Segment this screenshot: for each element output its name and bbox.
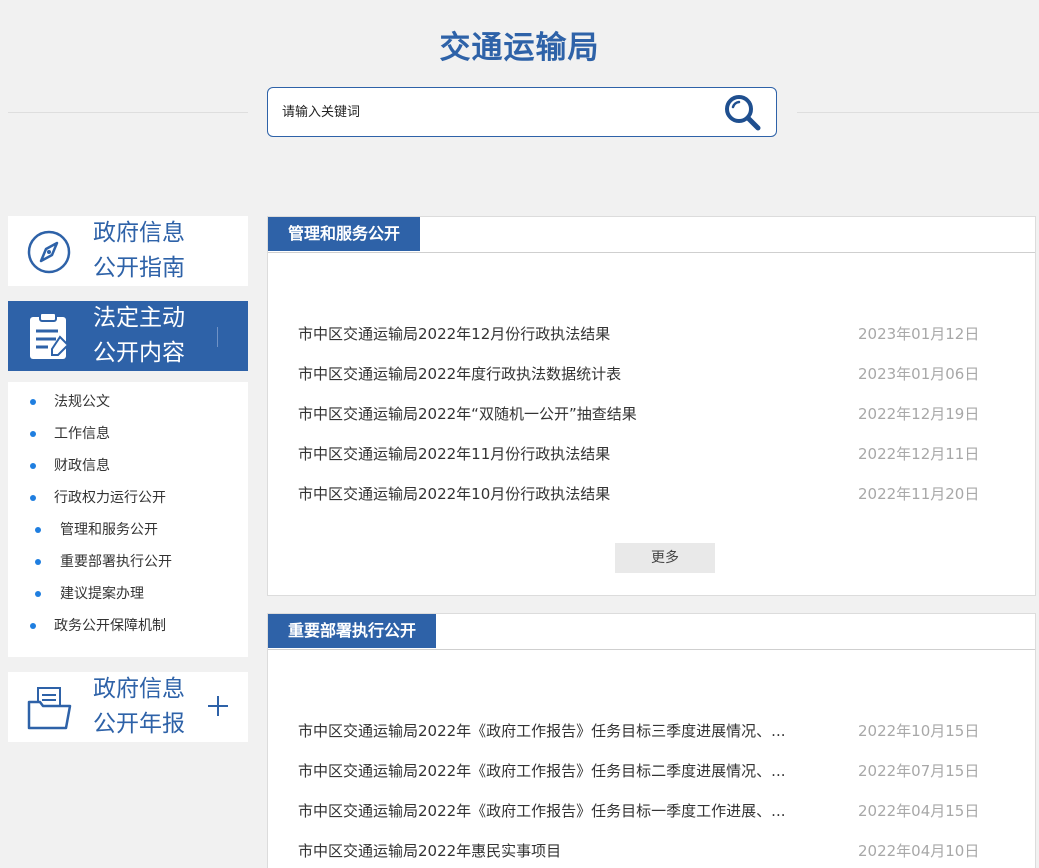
active-indicator [217,327,218,347]
news-item[interactable]: 市中区交通运输局2022年《政府工作报告》任务目标二季度进展情况、... 2022… [298,751,1003,791]
news-item[interactable]: 市中区交通运输局2022年《政府工作报告》任务目标三季度进展情况、... 2022… [298,711,1003,751]
sidebar-menu-item[interactable]: 行政权力运行公开 [8,482,248,514]
annual-title-line2: 公开年报 [93,711,185,737]
news-date: 2022年04月10日 [858,842,980,860]
section-management-service: 管理和服务公开 市中区交通运输局2022年12月份行政执法结果 2023年01月1… [267,216,1036,596]
section-key-deployment: 重要部署执行公开 市中区交通运输局2022年《政府工作报告》任务目标三季度进展情… [267,613,1036,868]
sidebar-menu-item[interactable]: 财政信息 [8,450,248,482]
news-date: 2022年04月15日 [858,802,980,820]
bullet-icon [30,623,36,629]
news-date: 2022年10月15日 [858,722,980,740]
news-date: 2022年11月20日 [858,485,980,503]
section-header: 重要部署执行公开 [268,614,1035,650]
sidebar-menu-label: 法规公文 [54,394,110,410]
news-date: 2023年01月12日 [858,325,980,343]
guide-title-line1: 政府信息 [93,220,185,246]
section-tab[interactable]: 管理和服务公开 [268,217,421,251]
news-list: 市中区交通运输局2022年《政府工作报告》任务目标三季度进展情况、... 2022… [298,711,1003,868]
header-rule-left [8,112,248,113]
news-date: 2022年07月15日 [858,762,980,780]
news-item[interactable]: 市中区交通运输局2022年11月份行政执法结果 2022年12月11日 [298,434,1003,474]
search-box [267,87,777,137]
section-header: 管理和服务公开 [268,217,1035,253]
clipboard-icon [30,312,70,359]
bullet-icon [35,591,41,597]
sidebar-menu-label: 政务公开保障机制 [54,618,166,634]
news-title[interactable]: 市中区交通运输局2022年《政府工作报告》任务目标三季度进展情况、... [298,711,823,751]
bullet-icon [30,463,36,469]
search-icon [725,95,761,131]
content-title-line1: 法定主动 [93,305,185,331]
sidebar-menu-label: 建议提案办理 [60,586,144,602]
sidebar-card-guide[interactable]: 政府信息 公开指南 [8,216,248,286]
news-item[interactable]: 市中区交通运输局2022年“双随机一公开”抽查结果 2022年12月19日 [298,394,1003,434]
news-title[interactable]: 市中区交通运输局2022年“双随机一公开”抽查结果 [298,394,823,434]
search-input[interactable] [282,100,702,124]
news-title[interactable]: 市中区交通运输局2022年11月份行政执法结果 [298,434,823,474]
sidebar-menu-label: 工作信息 [54,426,110,442]
search-button[interactable] [722,92,764,132]
sidebar-menu-item[interactable]: 政务公开保障机制 [8,610,248,642]
bullet-icon [35,527,41,533]
news-title[interactable]: 市中区交通运输局2022年度行政执法数据统计表 [298,354,823,394]
sidebar-menu-item[interactable]: 工作信息 [8,418,248,450]
news-list: 市中区交通运输局2022年12月份行政执法结果 2023年01月12日 市中区交通运… [298,314,1003,514]
news-title[interactable]: 市中区交通运输局2022年《政府工作报告》任务目标二季度进展情况、... [298,751,823,791]
sidebar-menu-item[interactable]: 重要部署执行公开 [8,546,248,578]
guide-title-line2: 公开指南 [93,255,185,281]
sidebar-menu: 法规公文工作信息财政信息行政权力运行公开 管理和服务公开 重要部署执行公开 建议提案办… [8,382,248,657]
sidebar-menu-label: 财政信息 [54,458,110,474]
news-title[interactable]: 市中区交通运输局2022年《政府工作报告》任务目标一季度工作进展、... [298,791,823,831]
news-date: 2023年01月06日 [858,365,980,383]
news-item[interactable]: 市中区交通运输局2022年《政府工作报告》任务目标一季度工作进展、... 2022… [298,791,1003,831]
plus-icon[interactable] [206,694,230,718]
site-title: 交通运输局 [439,30,600,66]
bullet-icon [35,559,41,565]
annual-title-line1: 政府信息 [93,676,185,702]
section-tab[interactable]: 重要部署执行公开 [268,614,437,648]
folder-icon [27,687,72,730]
news-date: 2022年12月11日 [858,445,980,463]
content-title-line2: 公开内容 [93,340,185,366]
sidebar-menu-label: 行政权力运行公开 [54,490,166,506]
bullet-icon [30,399,36,405]
bullet-icon [30,495,36,501]
sidebar-card-annual[interactable]: 政府信息 公开年报 [8,672,248,742]
news-item[interactable]: 市中区交通运输局2022年12月份行政执法结果 2023年01月12日 [298,314,1003,354]
more-button[interactable]: 更多 [615,543,715,573]
news-item[interactable]: 市中区交通运输局2022年10月份行政执法结果 2022年11月20日 [298,474,1003,514]
bullet-icon [30,431,36,437]
news-title[interactable]: 市中区交通运输局2022年10月份行政执法结果 [298,474,823,514]
compass-icon [27,230,71,274]
sidebar-menu-label: 管理和服务公开 [60,522,158,538]
news-title[interactable]: 市中区交通运输局2022年12月份行政执法结果 [298,314,823,354]
sidebar-menu-item[interactable]: 管理和服务公开 [8,514,248,546]
sidebar-menu-label: 重要部署执行公开 [60,554,172,570]
news-item[interactable]: 市中区交通运输局2022年度行政执法数据统计表 2023年01月06日 [298,354,1003,394]
sidebar-menu-item[interactable]: 建议提案办理 [8,578,248,610]
sidebar-card-content[interactable]: 法定主动 公开内容 [8,301,248,371]
news-item[interactable]: 市中区交通运输局2022年惠民实事项目 2022年04月10日 [298,831,1003,868]
news-title[interactable]: 市中区交通运输局2022年惠民实事项目 [298,831,823,868]
news-date: 2022年12月19日 [858,405,980,423]
header-rule-right [797,112,1039,113]
sidebar-menu-item[interactable]: 法规公文 [8,386,248,418]
